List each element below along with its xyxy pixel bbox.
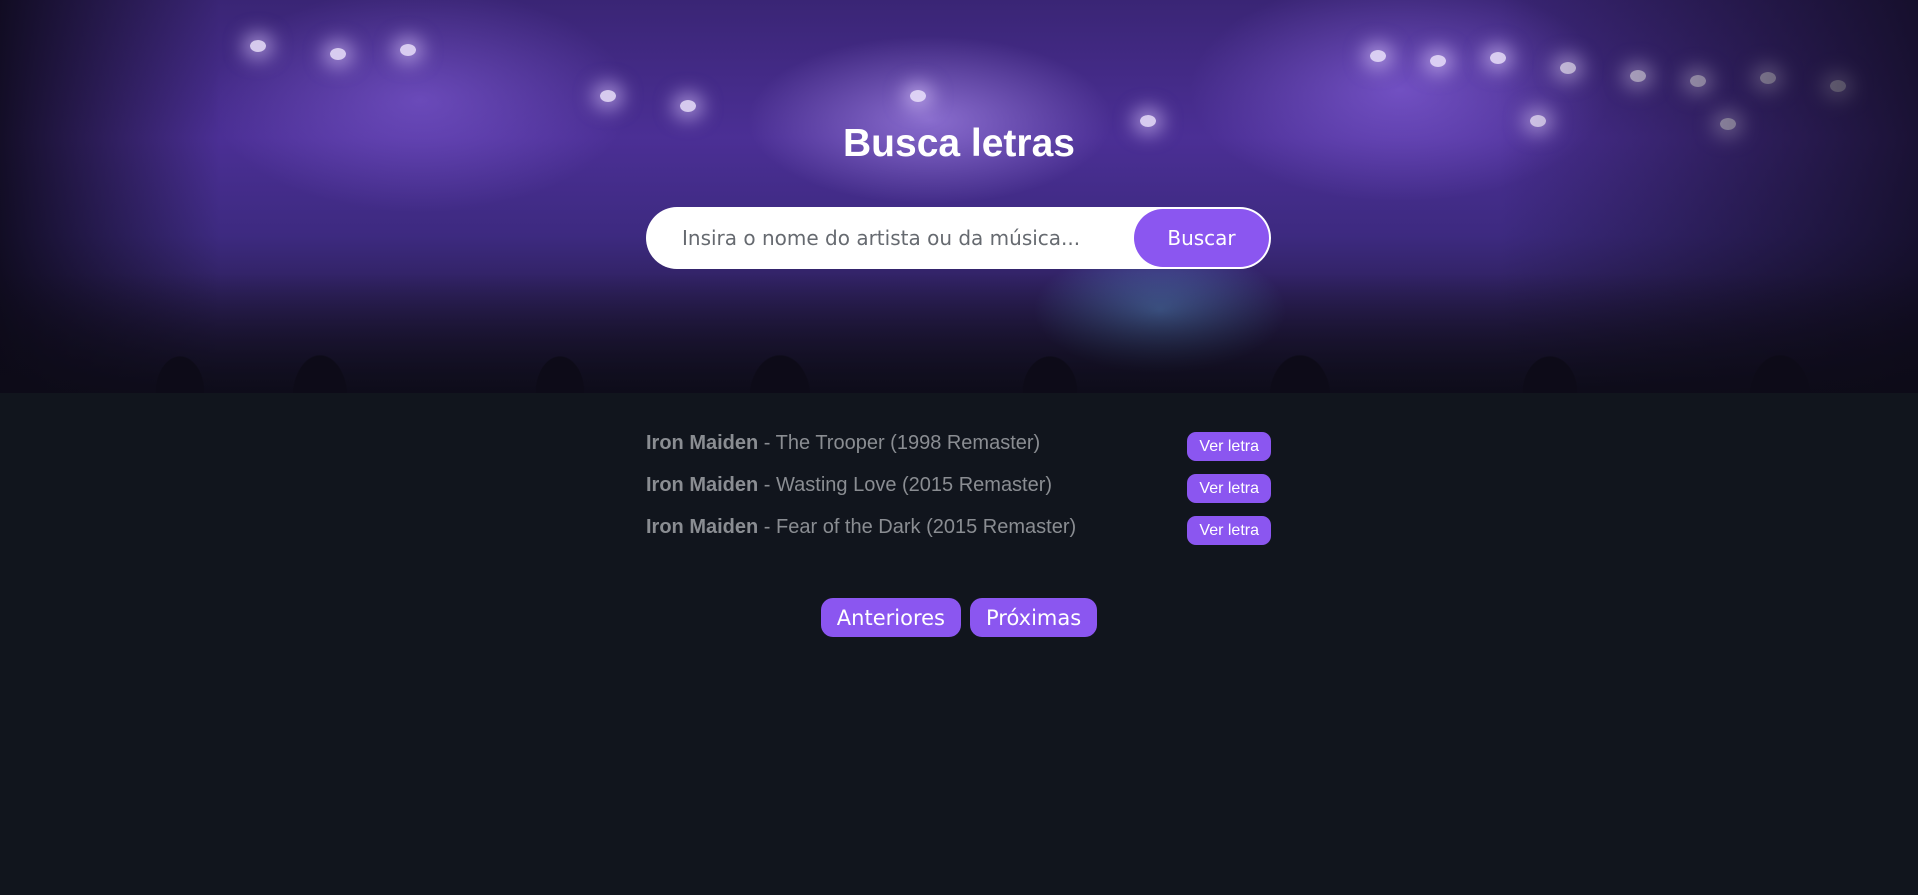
title-separator: -	[758, 516, 777, 538]
next-page-button[interactable]: Próximas	[969, 598, 1098, 637]
song-title: The Trooper (1998 Remaster)	[775, 432, 1041, 454]
search-form: Buscar	[646, 207, 1271, 269]
result-item: Iron Maiden - Wasting Love (2015 Remaste…	[646, 470, 1271, 512]
result-title: Iron Maiden - Wasting Love (2015 Remaste…	[646, 470, 1052, 497]
artist-name: Iron Maiden	[646, 474, 759, 496]
title-separator: -	[758, 474, 777, 496]
artist-name: Iron Maiden	[646, 516, 759, 538]
title-separator: -	[758, 432, 776, 454]
result-item: Iron Maiden - Fear of the Dark (2015 Rem…	[646, 512, 1271, 554]
song-title: Wasting Love (2015 Remaster)	[776, 474, 1053, 496]
result-title: Iron Maiden - The Trooper (1998 Remaster…	[646, 428, 1040, 455]
result-title: Iron Maiden - Fear of the Dark (2015 Rem…	[646, 512, 1076, 539]
song-title: Fear of the Dark (2015 Remaster)	[776, 516, 1077, 538]
results-list: Iron Maiden - The Trooper (1998 Remaster…	[646, 428, 1271, 554]
page-title: Busca letras	[843, 122, 1075, 165]
view-lyrics-button[interactable]: Ver letra	[1187, 474, 1271, 503]
artist-name: Iron Maiden	[646, 432, 759, 454]
search-button[interactable]: Buscar	[1134, 209, 1269, 267]
hero-banner: Busca letras Buscar	[0, 0, 1918, 393]
pagination: Anteriores Próximas	[0, 598, 1918, 637]
result-item: Iron Maiden - The Trooper (1998 Remaster…	[646, 428, 1271, 470]
view-lyrics-button[interactable]: Ver letra	[1187, 432, 1271, 461]
search-input[interactable]	[646, 209, 1134, 267]
hero-content: Busca letras Buscar	[0, 0, 1918, 393]
previous-page-button[interactable]: Anteriores	[820, 598, 961, 637]
view-lyrics-button[interactable]: Ver letra	[1187, 516, 1271, 545]
